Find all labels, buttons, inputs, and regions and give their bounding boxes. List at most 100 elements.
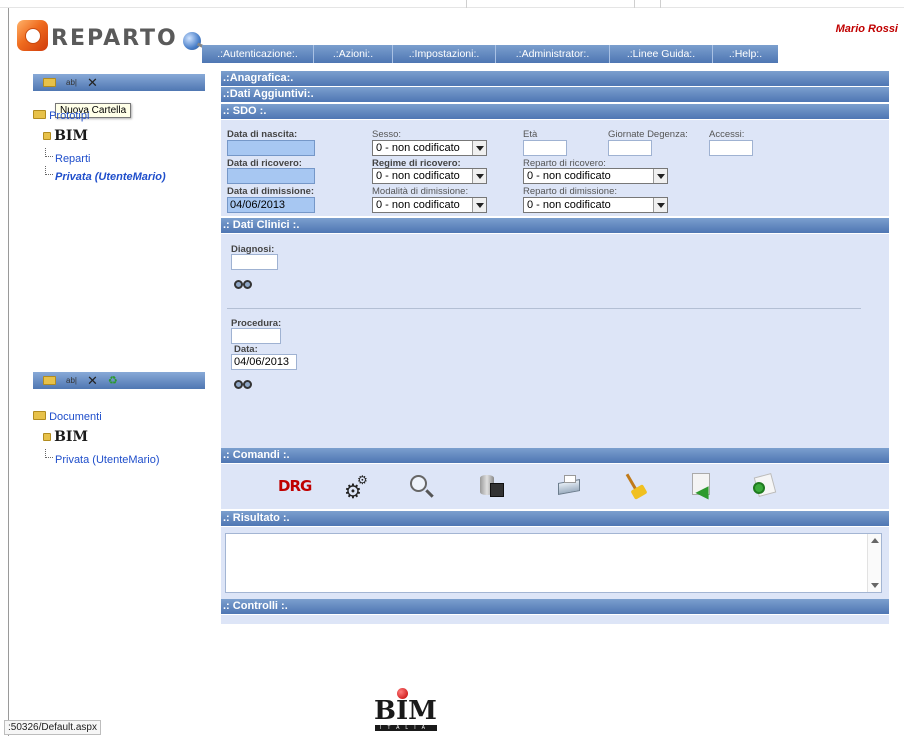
- select-value: 0 - non codificato: [376, 199, 460, 211]
- tree-connector: [45, 449, 53, 458]
- printer-paper: [564, 475, 576, 483]
- rename-icon[interactable]: ab|: [66, 78, 77, 87]
- globe-icon: [183, 32, 201, 50]
- tree-item-reparti[interactable]: Reparti: [55, 153, 90, 165]
- refresh-icon[interactable]: [752, 473, 782, 501]
- lens-icon: [410, 475, 427, 492]
- dati-clinici-panel: [221, 234, 889, 448]
- import-icon[interactable]: ◀: [690, 473, 720, 501]
- label-data-dimissione: Data di dimissione:: [227, 186, 315, 197]
- settings-gears-icon[interactable]: ⚙ ⚙: [344, 473, 374, 503]
- input-eta[interactable]: [523, 140, 567, 156]
- select-value: 0 - non codificato: [376, 142, 460, 154]
- label-sesso: Sesso:: [372, 129, 402, 140]
- folder-icon: [33, 411, 46, 420]
- label-data-nascita: Data di nascita:: [227, 129, 298, 140]
- lens-icon: [243, 280, 252, 289]
- label-reparto-dimissione: Reparto di dimissione:: [523, 186, 617, 197]
- tree-connector: [45, 148, 53, 157]
- save-database-icon[interactable]: [480, 473, 510, 501]
- controlli-panel: [221, 615, 889, 624]
- section-dati-aggiuntivi[interactable]: .:Dati Aggiuntivi:.: [221, 87, 889, 102]
- scroll-up-icon[interactable]: [871, 538, 879, 543]
- chevron-down-icon: [472, 198, 486, 212]
- section-sdo[interactable]: .: SDO :.: [221, 104, 889, 119]
- drg-icon[interactable]: DRG: [278, 473, 312, 501]
- input-accessi[interactable]: [709, 140, 753, 156]
- select-regime-ricovero[interactable]: 0 - non codificato: [372, 168, 487, 184]
- folder-icon: [43, 433, 51, 441]
- print-icon[interactable]: [556, 473, 586, 501]
- tree-item-privata[interactable]: Privata (UtenteMario): [55, 171, 166, 183]
- lens-icon: [234, 380, 243, 389]
- select-reparto-dimissione[interactable]: 0 - non codificato: [523, 197, 668, 213]
- search-icon[interactable]: [408, 473, 438, 501]
- tree-root-label: Documenti: [49, 411, 102, 423]
- strip-divider: [660, 0, 661, 8]
- tree-node-bim[interactable]: BIM: [43, 429, 88, 445]
- tree-node-bim[interactable]: BIM: [43, 128, 88, 144]
- gear-small-icon: ⚙: [357, 473, 368, 487]
- menu-autenticazione[interactable]: .:Autenticazione:.: [202, 45, 314, 63]
- select-reparto-ricovero[interactable]: 0 - non codificato: [523, 168, 668, 184]
- folder-icon: [43, 132, 51, 140]
- menu-linee-guida[interactable]: .:Linee Guida:.: [610, 45, 713, 63]
- label-modalita-dimissione: Modalità di dimissione:: [372, 186, 469, 197]
- tree-root-prototipi[interactable]: Prototipi: [33, 110, 89, 122]
- input-data-procedura[interactable]: 04/06/2013: [231, 354, 297, 370]
- new-folder-icon[interactable]: [43, 376, 56, 385]
- select-modalita-dimissione[interactable]: 0 - non codificato: [372, 197, 487, 213]
- strip-divider: [466, 0, 467, 8]
- input-procedura[interactable]: [231, 328, 281, 344]
- footer-bim-logo: BIM ITALIA: [371, 688, 441, 732]
- label-giornate-degenza: Giornate Degenza:: [608, 129, 688, 140]
- label-accessi: Accessi:: [709, 129, 745, 140]
- menu-administrator[interactable]: .:Administrator:.: [496, 45, 610, 63]
- scroll-down-icon[interactable]: [871, 583, 879, 588]
- tree-toolbar-bottom: ab| ✕ ♻: [33, 372, 205, 389]
- drg-label: DRG: [278, 477, 312, 495]
- tree-root-documenti[interactable]: Documenti: [33, 411, 102, 423]
- section-controlli[interactable]: .: Controlli :.: [221, 599, 889, 614]
- clear-broom-icon[interactable]: [624, 473, 654, 501]
- new-folder-icon[interactable]: [43, 78, 56, 87]
- window-left-border: [8, 8, 9, 736]
- lens-icon: [243, 380, 252, 389]
- delete-icon[interactable]: ✕: [87, 373, 98, 389]
- input-giornate-degenza[interactable]: [608, 140, 652, 156]
- delete-icon[interactable]: ✕: [87, 75, 98, 91]
- section-comandi[interactable]: .: Comandi :.: [221, 448, 889, 463]
- logo-q-icon: [17, 20, 48, 51]
- tree-root-label: Prototipi: [49, 110, 90, 122]
- tree-item-privata[interactable]: Privata (UtenteMario): [55, 454, 160, 466]
- footer-logo-sub: ITALIA: [375, 725, 437, 731]
- menu-impostazioni[interactable]: .:Impostazioni:.: [393, 45, 496, 63]
- section-dati-clinici[interactable]: .: Dati Clinici :.: [221, 218, 889, 233]
- footer-logo-text: BIM: [374, 696, 437, 726]
- recycle-icon[interactable]: ♻: [108, 374, 118, 387]
- result-textarea[interactable]: [225, 533, 882, 593]
- rename-icon[interactable]: ab|: [66, 376, 77, 385]
- select-sesso[interactable]: 0 - non codificato: [372, 140, 487, 156]
- section-risultato[interactable]: .: Risultato :.: [221, 511, 889, 526]
- input-data-ricovero[interactable]: [227, 168, 315, 184]
- select-value: 0 - non codificato: [376, 170, 460, 182]
- menu-help[interactable]: .:Help:.: [713, 45, 778, 63]
- menu-azioni[interactable]: .:Azioni:.: [314, 45, 393, 63]
- result-scrollbar[interactable]: [867, 534, 881, 592]
- comandi-panel: [221, 464, 889, 509]
- input-data-dimissione[interactable]: 04/06/2013: [227, 197, 315, 213]
- lens-handle: [425, 489, 434, 498]
- input-data-nascita[interactable]: [227, 140, 315, 156]
- search-procedura-icon[interactable]: [232, 378, 256, 392]
- reparto-logo[interactable]: REPARTO: [17, 20, 210, 56]
- bim-logo-text: BIM: [54, 429, 88, 445]
- section-anagrafica[interactable]: .:Anagrafica:.: [221, 71, 889, 86]
- refresh-circle-icon: [753, 482, 765, 494]
- label-eta: Età: [523, 129, 538, 140]
- tree-prototipi: Prototipi BIM Reparti Privata (UtenteMar…: [33, 110, 213, 190]
- input-diagnosi[interactable]: [231, 254, 278, 270]
- divider: [227, 308, 861, 309]
- tree-connector: [45, 166, 53, 175]
- search-diagnosi-icon[interactable]: [232, 278, 256, 292]
